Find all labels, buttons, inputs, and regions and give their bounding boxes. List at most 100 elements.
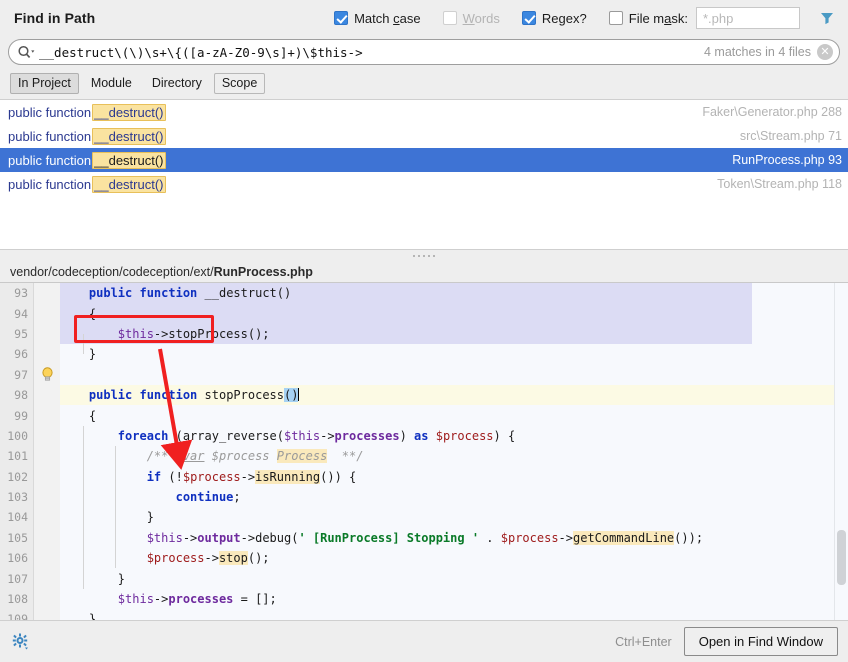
scope-module[interactable]: Module [83, 73, 140, 94]
result-location: Token\Stream.php 118 [717, 177, 842, 191]
line-number: 109 [7, 612, 28, 620]
result-location: RunProcess.php 93 [732, 153, 842, 167]
line-source: /** @var $process Process **/ [60, 449, 364, 464]
search-input[interactable]: __destruct\(\)\s+\{([a-zA-Z0-9\s]+)\$thi… [8, 39, 840, 65]
table-row[interactable]: public function __destruct() src\Stream.… [0, 124, 848, 148]
code-lines: 93 public function __destruct() 94 { 95 … [0, 283, 848, 620]
code-line: 100 foreach (array_reverse($this->proces… [0, 426, 848, 446]
result-match: __destruct() [92, 151, 166, 169]
words-label: Words [462, 10, 500, 26]
editor-vertical-scrollbar[interactable] [837, 530, 846, 585]
line-source: foreach (array_reverse($this->processes)… [117, 428, 516, 443]
table-row[interactable]: public function __destruct() Token\Strea… [0, 172, 848, 196]
gear-settings-icon[interactable] [12, 633, 29, 650]
line-number: 107 [7, 571, 28, 586]
regex-label: Regex? [541, 10, 587, 26]
line-number: 101 [7, 449, 28, 464]
code-line: 108 $this->processes = []; [0, 589, 848, 609]
scope-tabs: In Project Module Directory Scope [0, 69, 848, 99]
scope-directory[interactable]: Directory [144, 73, 210, 94]
scope-in-project[interactable]: In Project [10, 73, 79, 94]
line-number: 96 [14, 347, 28, 362]
regex-checkbox[interactable] [521, 11, 536, 25]
line-number: 108 [7, 592, 28, 607]
line-source: } [60, 347, 97, 362]
line-source: public function __destruct() [88, 286, 292, 301]
option-regex[interactable]: Regex? [521, 10, 587, 26]
dialog-header: Find in Path Match case Words Regex? Fil… [0, 0, 848, 36]
line-number: 100 [7, 428, 28, 443]
shortcut-hint: Ctrl+Enter [615, 634, 672, 649]
search-query-text[interactable]: __destruct\(\)\s+\{([a-zA-Z0-9\s]+)\$thi… [39, 45, 704, 60]
dialog-footer: Ctrl+Enter Open in Find Window [0, 620, 848, 662]
line-source: public function stopProcess() [88, 388, 300, 403]
line-number: 105 [7, 530, 28, 545]
result-location: Faker\Generator.php 288 [702, 105, 842, 119]
line-source: $process->stop(); [146, 551, 270, 566]
line-source: if (!$process->isRunning()) { [146, 469, 357, 484]
code-line: 103 continue; [0, 487, 848, 507]
result-prefix: public function [8, 104, 92, 120]
code-line: 107 } [0, 568, 848, 588]
file-mask-placeholder: *.php [703, 10, 734, 26]
result-prefix: public function [8, 176, 92, 192]
code-line: 97 [0, 365, 848, 385]
code-line: 109 } [0, 609, 848, 620]
result-match: __destruct() [92, 103, 166, 121]
result-prefix: public function [8, 152, 92, 168]
code-line: 98 public function stopProcess() [0, 384, 848, 406]
line-number: 94 [14, 306, 28, 321]
code-line: 101 /** @var $process Process **/ [0, 446, 848, 466]
match-count-label: 4 matches in 4 files [704, 45, 811, 59]
results-list[interactable]: public function __destruct() Faker\Gener… [0, 99, 848, 249]
breadcrumb: vendor/codeception/codeception/ext/RunPr… [0, 261, 848, 282]
option-file-mask[interactable]: File mask: [608, 10, 688, 26]
code-line: 93 public function __destruct() [0, 283, 848, 304]
lightbulb-intention-icon[interactable] [34, 367, 60, 382]
indent-guide [115, 446, 116, 568]
breadcrumb-filename: RunProcess.php [213, 264, 313, 279]
filter-funnel-icon[interactable] [814, 5, 840, 31]
option-match-case[interactable]: Match case [334, 10, 421, 26]
open-in-find-window-button[interactable]: Open in Find Window [683, 627, 838, 656]
line-source: $this->output->debug(' [RunProcess] Stop… [146, 530, 704, 545]
code-line: 106 $process->stop(); [0, 548, 848, 568]
line-number: 103 [7, 490, 28, 505]
code-line: 99 { [0, 405, 848, 425]
breadcrumb-path: vendor/codeception/codeception/ext/ [10, 264, 214, 279]
line-source: { [60, 306, 97, 321]
code-preview[interactable]: 93 public function __destruct() 94 { 95 … [0, 282, 848, 620]
code-line: 96 } [0, 344, 848, 364]
match-case-checkbox[interactable] [334, 11, 349, 25]
code-line: 102 if (!$process->isRunning()) { [0, 467, 848, 487]
line-number: 102 [7, 469, 28, 484]
match-case-label: Match case [354, 10, 421, 26]
code-line: 94 { [0, 303, 848, 325]
search-magnifier-icon[interactable] [17, 45, 36, 60]
line-number: 104 [7, 510, 28, 525]
search-options: Match case Words Regex? File mask: *.php [312, 5, 840, 31]
code-line: 104 } [0, 507, 848, 527]
result-match: __destruct() [92, 127, 166, 145]
result-location: src\Stream.php 71 [739, 129, 842, 143]
line-source: } [60, 612, 97, 620]
line-source: } [60, 510, 154, 525]
option-words: Words [442, 10, 500, 26]
clear-circle-icon[interactable]: ✕ [817, 44, 833, 60]
line-number: 106 [7, 551, 28, 566]
file-mask-checkbox[interactable] [608, 11, 623, 25]
line-source: continue; [175, 490, 241, 505]
page-title: Find in Path [14, 10, 96, 26]
file-mask-label: File mask: [628, 10, 688, 26]
line-number: 99 [14, 408, 28, 423]
panel-splitter[interactable] [0, 249, 848, 261]
table-row-selected[interactable]: public function __destruct() RunProcess.… [0, 148, 848, 172]
result-prefix: public function [8, 128, 92, 144]
words-checkbox [442, 11, 457, 25]
line-number: 93 [14, 286, 28, 301]
result-match: __destruct() [92, 175, 166, 193]
scope-scope[interactable]: Scope [213, 73, 266, 94]
line-source: $this->stopProcess(); [117, 326, 270, 341]
table-row[interactable]: public function __destruct() Faker\Gener… [0, 100, 848, 124]
file-mask-input[interactable]: *.php [696, 7, 800, 29]
